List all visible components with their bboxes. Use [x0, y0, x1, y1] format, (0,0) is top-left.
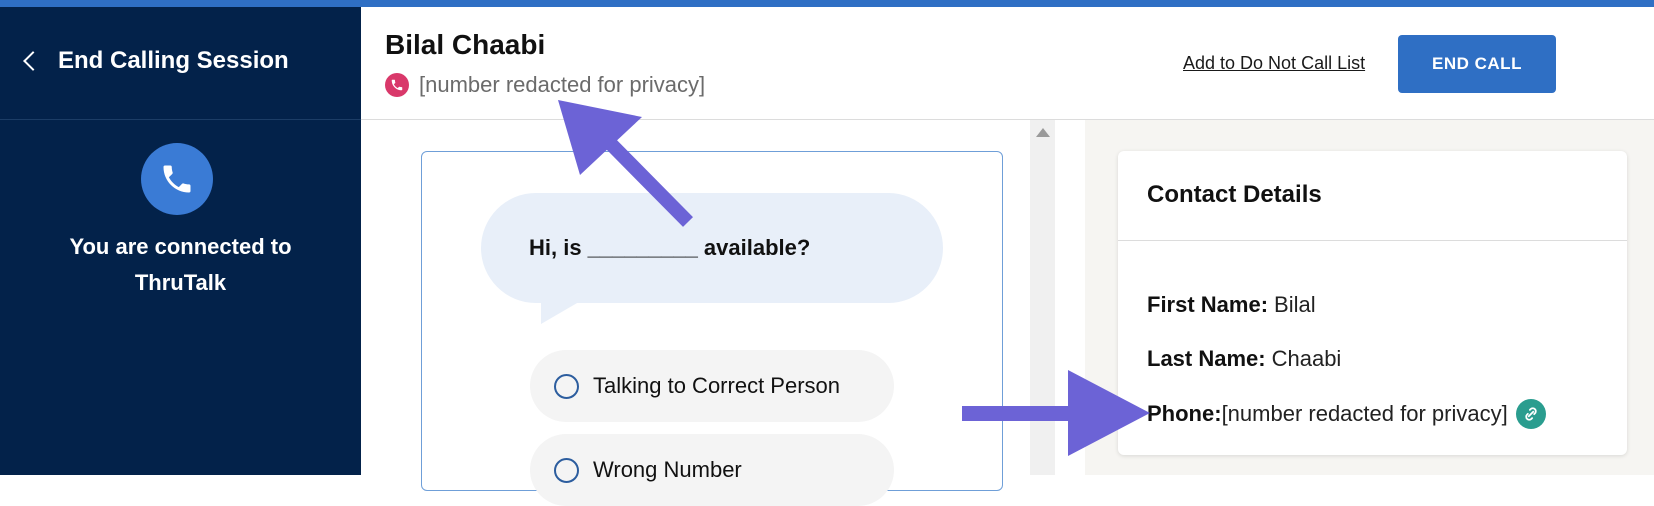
connection-status-line2: ThruTalk — [134, 270, 227, 295]
phone-icon — [141, 143, 213, 215]
phone-label: Phone: — [1147, 401, 1222, 426]
option-label: Talking to Correct Person — [593, 373, 840, 398]
response-option-wrong-number[interactable]: Wrong Number — [530, 434, 894, 506]
first-name-value: Bilal — [1274, 292, 1316, 317]
radio-button[interactable] — [554, 373, 579, 399]
option-label: Wrong Number — [593, 457, 742, 482]
response-option-correct-person[interactable]: Talking to Correct Person — [530, 350, 894, 422]
last-name-label: Last Name: — [1147, 346, 1266, 371]
first-name-label: First Name: — [1147, 292, 1269, 317]
sidebar-header: End Calling Session — [0, 7, 361, 120]
sidebar: End Calling Session You are connected to… — [0, 7, 361, 475]
scroll-up-arrow-icon[interactable] — [1036, 128, 1050, 137]
script-question-bubble: Hi, is _________ available? — [481, 193, 943, 303]
call-header: Bilal Chaabi [number redacted for privac… — [361, 7, 1654, 120]
end-calling-session-label: End Calling Session — [58, 47, 289, 74]
add-to-dnc-link[interactable]: Add to Do Not Call List — [1183, 53, 1365, 74]
connection-status-line1: You are connected to — [69, 234, 292, 259]
radio-button[interactable] — [554, 457, 579, 483]
contact-phone-number: [number redacted for privacy] — [419, 72, 706, 97]
top-accent-bar — [0, 0, 1654, 7]
contact-details-card: Contact Details First Name: Bilal Last N… — [1118, 151, 1627, 455]
end-calling-session-link[interactable]: End Calling Session — [20, 47, 289, 75]
speech-bubble-tail — [541, 292, 596, 324]
chevron-left-icon — [23, 51, 43, 71]
last-name-field: Last Name: Chaabi — [1147, 346, 1341, 372]
phone-icon — [385, 73, 409, 97]
phone-value: [number redacted for privacy] — [1221, 401, 1508, 426]
first-name-field: First Name: Bilal — [1147, 292, 1316, 318]
contact-name: Bilal Chaabi — [385, 29, 546, 60]
link-icon[interactable] — [1515, 399, 1546, 429]
connection-status: You are connected to ThruTalk — [0, 229, 361, 301]
script-question: Hi, is _________ available? — [529, 235, 811, 260]
contact-details-title: Contact Details — [1147, 181, 1322, 208]
last-name-value: Chaabi — [1271, 346, 1342, 371]
phone-field: Phone: [number redacted for privacy] — [1147, 399, 1546, 429]
divider — [1118, 240, 1627, 241]
end-call-button[interactable]: END CALL — [1398, 35, 1556, 93]
contact-panel: Contact Details First Name: Bilal Last N… — [1085, 120, 1654, 475]
contact-phone-row: [number redacted for privacy] — [385, 72, 705, 98]
script-scrollbar[interactable] — [1030, 120, 1055, 475]
